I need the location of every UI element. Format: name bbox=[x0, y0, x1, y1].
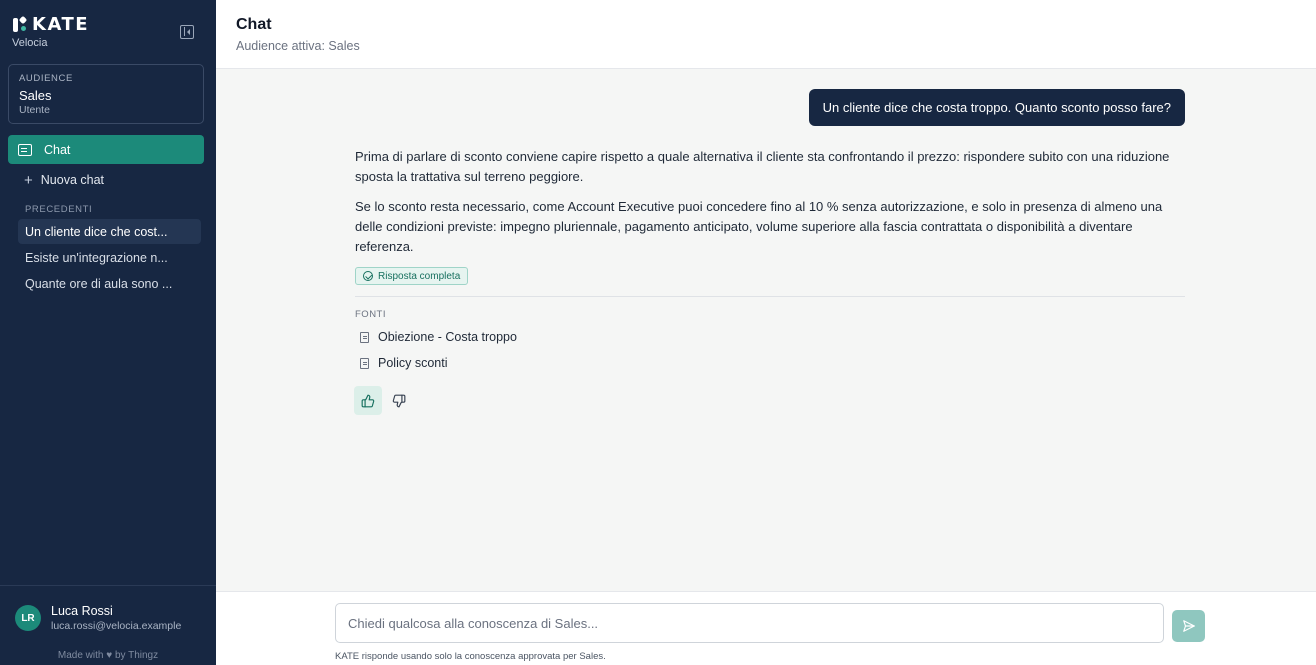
logo-mark-icon bbox=[12, 15, 30, 34]
page-subtitle: Audience attiva: Sales bbox=[236, 39, 360, 53]
check-circle-icon bbox=[363, 271, 373, 281]
heart-icon: ♥ bbox=[106, 650, 113, 661]
user-profile: LR Luca Rossi luca.rossi@velocia.example… bbox=[0, 585, 216, 665]
user-name: Luca Rossi bbox=[51, 604, 113, 618]
history-section-title: PRECEDENTI bbox=[25, 204, 93, 215]
document-icon bbox=[360, 357, 369, 369]
nav-item-chat[interactable]: Chat bbox=[8, 135, 204, 164]
plus-icon: + bbox=[24, 171, 33, 189]
source-link[interactable]: Obiezione - Costa troppo bbox=[360, 328, 517, 346]
assistant-answer: Prima di parlare di sconto conviene capi… bbox=[355, 147, 1185, 267]
audience-role: Utente bbox=[19, 104, 50, 116]
answer-paragraph: Se lo sconto resta necessario, come Acco… bbox=[355, 199, 1163, 254]
thumbs-up-button[interactable] bbox=[354, 386, 382, 415]
logo-text: KATE bbox=[32, 14, 90, 35]
app-logo[interactable]: KATE bbox=[12, 14, 89, 35]
new-chat-label: Nuova chat bbox=[40, 173, 104, 187]
document-icon bbox=[360, 331, 369, 343]
page-title: Chat bbox=[236, 16, 272, 33]
history-item[interactable]: Esiste un'integrazione n... bbox=[18, 245, 201, 270]
credit-by-text: by Thingz bbox=[114, 650, 159, 661]
audience-label: AUDIENCE bbox=[19, 73, 73, 84]
thumbs-down-icon bbox=[392, 394, 406, 407]
composer: KATE risponde usando solo la conoscenza … bbox=[216, 591, 1316, 665]
user-message: Un cliente dice che costa troppo. Quanto… bbox=[808, 89, 1185, 126]
page-header: Chat Audience attiva: Sales bbox=[216, 0, 1316, 69]
composer-disclaimer: KATE risponde usando solo la conoscenza … bbox=[335, 651, 606, 662]
source-label: Obiezione - Costa troppo bbox=[378, 330, 517, 344]
source-label: Policy sconti bbox=[378, 356, 448, 370]
chat-history-list: Un cliente dice che cost... Esiste un'in… bbox=[18, 219, 201, 297]
thumbs-down-button[interactable] bbox=[385, 386, 413, 415]
user-email: luca.rossi@velocia.example bbox=[51, 620, 182, 632]
nav-item-chat-label: Chat bbox=[44, 142, 71, 157]
send-icon bbox=[1182, 620, 1195, 632]
history-item[interactable]: Un cliente dice che cost... bbox=[18, 219, 201, 244]
avatar[interactable]: LR bbox=[15, 605, 41, 631]
send-button[interactable] bbox=[1172, 610, 1205, 642]
audience-name: Sales bbox=[19, 88, 52, 103]
status-badge-label: Risposta completa bbox=[378, 270, 461, 282]
new-chat-button[interactable]: + Nuova chat bbox=[18, 168, 204, 192]
sources-title: FONTI bbox=[355, 309, 386, 320]
history-item[interactable]: Quante ore di aula sono ... bbox=[18, 271, 201, 296]
audience-selector[interactable]: AUDIENCE Sales Utente bbox=[8, 64, 204, 124]
answer-paragraph: Prima di parlare di sconto conviene capi… bbox=[355, 149, 1170, 184]
status-badge: Risposta completa bbox=[355, 267, 469, 285]
sources-divider bbox=[355, 296, 1185, 297]
chat-icon bbox=[18, 143, 32, 156]
chat-input[interactable] bbox=[335, 603, 1164, 643]
collapse-sidebar-icon[interactable] bbox=[180, 25, 194, 39]
sidebar: KATE Velocia AUDIENCE Sales Utente Chat … bbox=[0, 0, 216, 665]
made-with-credit: Made with ♥ by Thingz bbox=[0, 650, 216, 661]
source-link[interactable]: Policy sconti bbox=[360, 354, 447, 372]
thumbs-up-icon bbox=[361, 394, 375, 407]
org-name: Velocia bbox=[12, 37, 48, 49]
made-with-text: Made with bbox=[57, 650, 104, 661]
